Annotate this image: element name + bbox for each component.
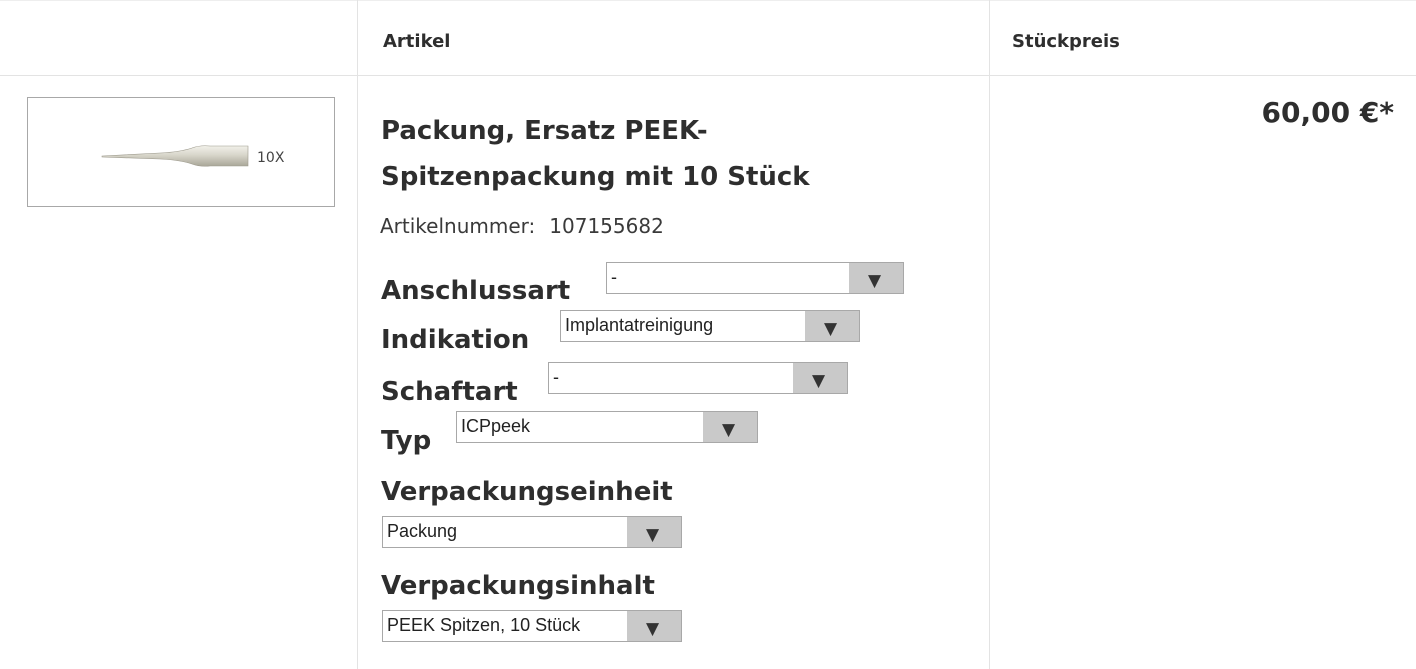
select-value: Packung xyxy=(387,521,458,541)
option-label-typ: Typ xyxy=(381,426,432,456)
chevron-down-icon: ▼ xyxy=(812,371,826,391)
dropdown-arrow-button[interactable]: ▼ xyxy=(627,517,681,547)
option-label-indikation: Indikation xyxy=(381,325,530,355)
select-value: Implantatreinigung xyxy=(565,315,714,335)
chevron-down-icon: ▼ xyxy=(646,525,660,545)
column-divider xyxy=(357,0,358,669)
option-label-verpackungseinheit: Verpackungseinheit xyxy=(381,477,673,507)
article-number-label: Artikelnummer: xyxy=(380,214,536,238)
select-value: PEEK Spitzen, 10 Stück xyxy=(387,615,581,635)
select-verpackungsinhalt[interactable]: PEEK Spitzen, 10 Stück ▼ xyxy=(382,610,682,642)
chevron-down-icon: ▼ xyxy=(646,619,660,639)
quantity-label: 10X xyxy=(257,150,285,166)
article-number-row: Artikelnummer: 107155682 xyxy=(380,214,664,238)
select-value: - xyxy=(553,367,559,387)
dropdown-arrow-button[interactable]: ▼ xyxy=(805,311,859,341)
chevron-down-icon: ▼ xyxy=(722,420,736,440)
select-indikation[interactable]: Implantatreinigung ▼ xyxy=(560,310,860,342)
product-thumbnail[interactable]: 10X xyxy=(27,97,335,207)
option-label-verpackungsinhalt: Verpackungsinhalt xyxy=(381,571,655,601)
chevron-down-icon: ▼ xyxy=(868,271,882,291)
dropdown-arrow-button[interactable]: ▼ xyxy=(793,363,847,393)
product-title[interactable]: Packung, Ersatz PEEK-Spitzenpackung mit … xyxy=(381,108,941,200)
select-schaftart[interactable]: - ▼ xyxy=(548,362,848,394)
option-label-schaftart: Schaftart xyxy=(381,377,518,407)
unit-price: 60,00 €* xyxy=(1261,96,1394,129)
option-label-anschlussart: Anschlussart xyxy=(381,276,571,306)
column-header-article: Artikel xyxy=(383,31,451,52)
header-divider xyxy=(0,75,1416,76)
chevron-down-icon: ▼ xyxy=(824,319,838,339)
column-divider xyxy=(989,0,990,669)
dropdown-arrow-button[interactable]: ▼ xyxy=(703,412,757,442)
select-verpackungseinheit[interactable]: Packung ▼ xyxy=(382,516,682,548)
select-typ[interactable]: ICPpeek ▼ xyxy=(456,411,758,443)
select-value: ICPpeek xyxy=(461,416,531,436)
dropdown-arrow-button[interactable]: ▼ xyxy=(849,263,903,293)
table-top-border xyxy=(0,0,1416,1)
dropdown-arrow-button[interactable]: ▼ xyxy=(627,611,681,641)
select-anschlussart[interactable]: - ▼ xyxy=(606,262,904,294)
article-number-value: 107155682 xyxy=(549,214,664,238)
column-header-unit-price: Stückpreis xyxy=(1012,31,1120,52)
peek-tip-icon xyxy=(101,145,249,167)
select-value: - xyxy=(611,267,617,287)
